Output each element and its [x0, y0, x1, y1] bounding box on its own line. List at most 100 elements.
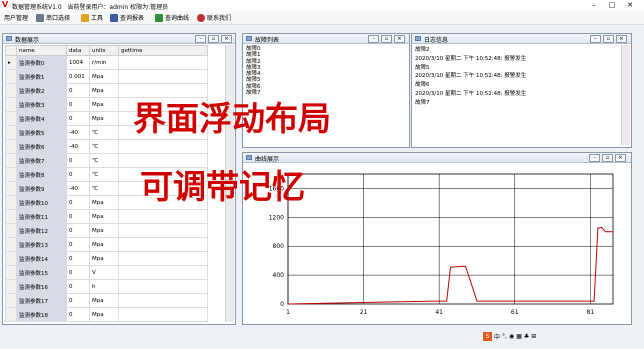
menu-query-curve[interactable]: 查询曲线 [155, 12, 189, 23]
row-selector[interactable] [5, 167, 17, 182]
keyboard-icon[interactable]: ▦ [516, 333, 522, 340]
cell-data[interactable]: -40 [66, 125, 90, 140]
skin-icon[interactable]: ♣ [524, 333, 529, 340]
cell-name[interactable]: 监测参数15 [16, 265, 67, 280]
row-selector[interactable] [5, 307, 17, 322]
cell-data[interactable]: 0 [66, 83, 90, 98]
cell-data[interactable]: 0 [66, 209, 90, 224]
cell-data[interactable]: 0 [66, 237, 90, 252]
cell-name[interactable]: 监测参数18 [16, 307, 67, 322]
cell-gettime[interactable] [118, 139, 208, 154]
table-row[interactable]: 监测参数13 0 Mpa [5, 237, 208, 252]
panel-restore-icon[interactable]: ▫ [381, 35, 392, 43]
ime-language-label[interactable]: 中 [494, 332, 500, 341]
row-selector[interactable] [5, 209, 17, 224]
row-selector[interactable] [5, 83, 17, 98]
panel-minimize-icon[interactable]: – [589, 154, 600, 162]
row-selector[interactable] [5, 139, 17, 154]
row-selector[interactable] [5, 251, 17, 266]
table-row[interactable]: ▸ 监测参数0 1004 r/min [5, 55, 208, 70]
cell-gettime[interactable] [118, 237, 208, 252]
cell-units[interactable]: V [89, 265, 119, 280]
cell-data[interactable]: 0 [66, 293, 90, 308]
column-header-name[interactable]: name [16, 45, 67, 56]
cell-units[interactable]: Mpa [89, 251, 119, 266]
row-selector[interactable] [5, 97, 17, 112]
table-row[interactable]: 监测参数17 0 Mpa [5, 293, 208, 308]
cell-name[interactable]: 监测参数16 [16, 279, 67, 294]
panel-restore-icon[interactable]: ▫ [602, 154, 613, 162]
cell-name[interactable]: 监测参数1 [16, 69, 67, 84]
panel-close-icon[interactable]: × [615, 154, 626, 162]
table-row[interactable]: 监测参数6 -40 ℃ [5, 139, 208, 154]
panel-minimize-icon[interactable]: – [368, 35, 379, 43]
panel-restore-icon[interactable]: ▫ [208, 35, 219, 43]
close-icon[interactable]: ✕ [622, 0, 638, 10]
minimize-icon[interactable]: – [586, 0, 602, 10]
row-selector[interactable] [5, 181, 17, 196]
cell-data[interactable]: 0 [66, 97, 90, 112]
column-header-gettime[interactable]: gettime [118, 45, 208, 56]
maximize-icon[interactable]: □ [604, 0, 620, 10]
menu-contact-us[interactable]: 联系我们 [197, 12, 231, 23]
cell-units[interactable]: Mpa [89, 83, 119, 98]
cell-name[interactable]: 监测参数13 [16, 237, 67, 252]
cell-gettime[interactable] [118, 279, 208, 294]
row-selector[interactable] [5, 279, 17, 294]
cell-units[interactable]: Mpa [89, 293, 119, 308]
panel-minimize-icon[interactable]: – [195, 35, 206, 43]
cell-gettime[interactable] [118, 251, 208, 266]
cell-data[interactable]: 0.001 [66, 69, 90, 84]
cell-name[interactable]: 监测参数10 [16, 195, 67, 210]
cell-units[interactable]: Mpa [89, 97, 119, 112]
cell-data[interactable]: 0 [66, 307, 90, 322]
table-row[interactable]: 监测参数18 0 Mpa [5, 307, 208, 322]
cell-data[interactable]: 0 [66, 153, 90, 168]
cell-units[interactable]: Mpa [89, 237, 119, 252]
cell-units[interactable]: Mpa [89, 307, 119, 322]
row-selector[interactable] [5, 223, 17, 238]
menu-tools[interactable]: 工具 [81, 12, 103, 23]
cell-gettime[interactable] [118, 307, 208, 322]
cell-name[interactable]: 监测参数5 [16, 125, 67, 140]
cell-data[interactable]: 0 [66, 167, 90, 182]
panel-minimize-icon[interactable]: – [590, 35, 601, 43]
row-selector[interactable] [5, 125, 17, 140]
cell-name[interactable]: 监测参数3 [16, 97, 67, 112]
cell-units[interactable]: Mpa [89, 209, 119, 224]
cell-name[interactable]: 监测参数14 [16, 251, 67, 266]
cell-data[interactable]: -40 [66, 181, 90, 196]
cell-gettime[interactable] [118, 209, 208, 224]
ime-logo-icon[interactable]: S [483, 331, 492, 341]
column-header-data[interactable]: data [66, 45, 90, 56]
cell-units[interactable]: Mpa [89, 223, 119, 238]
table-row[interactable]: 监测参数11 0 Mpa [5, 209, 208, 224]
table-row[interactable]: 监测参数15 0 V [5, 265, 208, 280]
cell-data[interactable]: 0 [66, 265, 90, 280]
cell-units[interactable]: ℃ [89, 139, 119, 154]
cell-gettime[interactable] [118, 265, 208, 280]
cell-gettime[interactable] [118, 55, 208, 70]
cell-gettime[interactable] [118, 223, 208, 238]
cell-data[interactable]: -40 [66, 139, 90, 154]
table-row[interactable]: 监测参数1 0.001 Mpa [5, 69, 208, 84]
cell-units[interactable]: Mpa [89, 195, 119, 210]
row-selector[interactable] [5, 153, 17, 168]
row-selector[interactable] [5, 195, 17, 210]
row-selector[interactable] [5, 111, 17, 126]
cell-units[interactable]: h [89, 279, 119, 294]
cell-units[interactable]: r/min [89, 55, 119, 70]
cell-units[interactable]: ℃ [89, 181, 119, 196]
cell-name[interactable]: 监测参数7 [16, 153, 67, 168]
cell-gettime[interactable] [118, 69, 208, 84]
table-row[interactable]: 监测参数12 0 Mpa [5, 223, 208, 238]
cell-name[interactable]: 监测参数12 [16, 223, 67, 238]
menu-serial-port[interactable]: 串口选择 [36, 12, 70, 23]
cell-units[interactable]: ℃ [89, 167, 119, 182]
cell-units[interactable]: Mpa [89, 111, 119, 126]
cell-units[interactable]: Mpa [89, 69, 119, 84]
menu-grid-icon[interactable]: ⊞ [531, 333, 536, 340]
row-selector[interactable] [5, 265, 17, 280]
row-selector[interactable] [5, 293, 17, 308]
microphone-icon[interactable]: ◉ [509, 333, 514, 340]
